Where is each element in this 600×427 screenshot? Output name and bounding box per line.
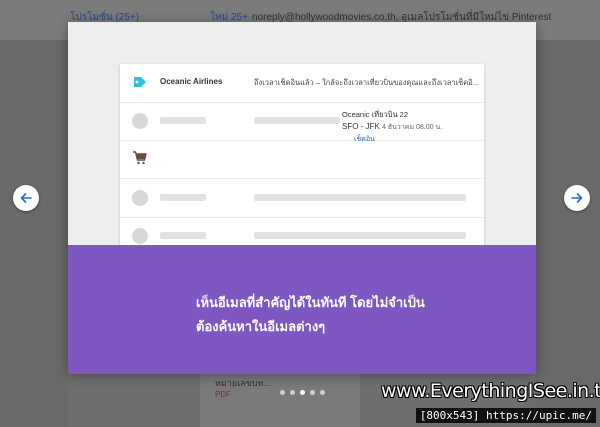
intro-modal: Oceanic Airlines ถึงเวลาเช็คอินแล้ว – ใก… xyxy=(68,22,536,374)
avatar xyxy=(132,190,148,206)
modal-illustration: Oceanic Airlines ถึงเวลาเช็คอินแล้ว – ใก… xyxy=(68,22,536,245)
promo-headline: เห็นอีเมลที่สำคัญได้ในทันที โดยไม่จำเป็น… xyxy=(196,291,425,339)
inbox-row xyxy=(120,217,484,245)
arrow-right-icon xyxy=(571,193,583,203)
placeholder-bar xyxy=(160,232,206,239)
background-pdf: PDF xyxy=(215,390,231,399)
placeholder-bar xyxy=(254,117,340,124)
promo-line-2: ต้องค้นหาในอีเมลต่างๆ xyxy=(196,319,326,334)
carousel-dot[interactable] xyxy=(290,390,295,395)
inbox-sender: Oceanic Airlines xyxy=(160,77,223,86)
background-bottom-text: หมายเลขบท... xyxy=(215,378,272,388)
inbox-row xyxy=(120,179,484,218)
carousel-dots xyxy=(280,390,325,395)
flight-card-route: SFO - JFK 4 ธันวาคม 08.00 น. xyxy=(342,122,443,131)
avatar xyxy=(132,113,148,129)
placeholder-bar xyxy=(254,232,466,239)
background-right xyxy=(536,40,600,427)
avatar xyxy=(132,228,148,244)
placeholder-bar xyxy=(254,194,466,201)
placeholder-bar xyxy=(160,194,206,201)
next-button[interactable] xyxy=(564,185,590,211)
carousel-dot-active[interactable] xyxy=(300,390,305,395)
arrow-left-icon xyxy=(20,193,32,203)
inbox-row xyxy=(120,140,484,179)
watermark: www.EverythingISee.in.th xyxy=(381,380,600,402)
flight-card-title: Oceanic เที่ยวบิน 22 xyxy=(342,110,409,119)
previous-button[interactable] xyxy=(13,185,39,211)
placeholder-bar xyxy=(160,117,206,124)
carousel-dot[interactable] xyxy=(320,390,325,395)
shopping-cart-icon xyxy=(133,151,147,165)
size-tag: [800x543] https://upic.me/ xyxy=(415,408,596,423)
carousel-dot[interactable] xyxy=(310,390,315,395)
carousel-dot[interactable] xyxy=(280,390,285,395)
inbox-preview: Oceanic Airlines ถึงเวลาเช็คอินแล้ว – ใก… xyxy=(120,64,484,245)
label-icon xyxy=(134,77,146,87)
background-left xyxy=(0,40,68,427)
promo-line-1: เห็นอีเมลที่สำคัญได้ในทันที โดยไม่จำเป็น xyxy=(196,295,425,310)
inbox-row: Oceanic Airlines ถึงเวลาเช็คอินแล้ว – ใก… xyxy=(120,64,484,103)
modal-caption-panel: เห็นอีเมลที่สำคัญได้ในทันที โดยไม่จำเป็น… xyxy=(68,245,536,374)
inbox-subject: ถึงเวลาเช็คอินแล้ว – ใกล้จะถึงเวลาเที่ยว… xyxy=(254,78,480,87)
